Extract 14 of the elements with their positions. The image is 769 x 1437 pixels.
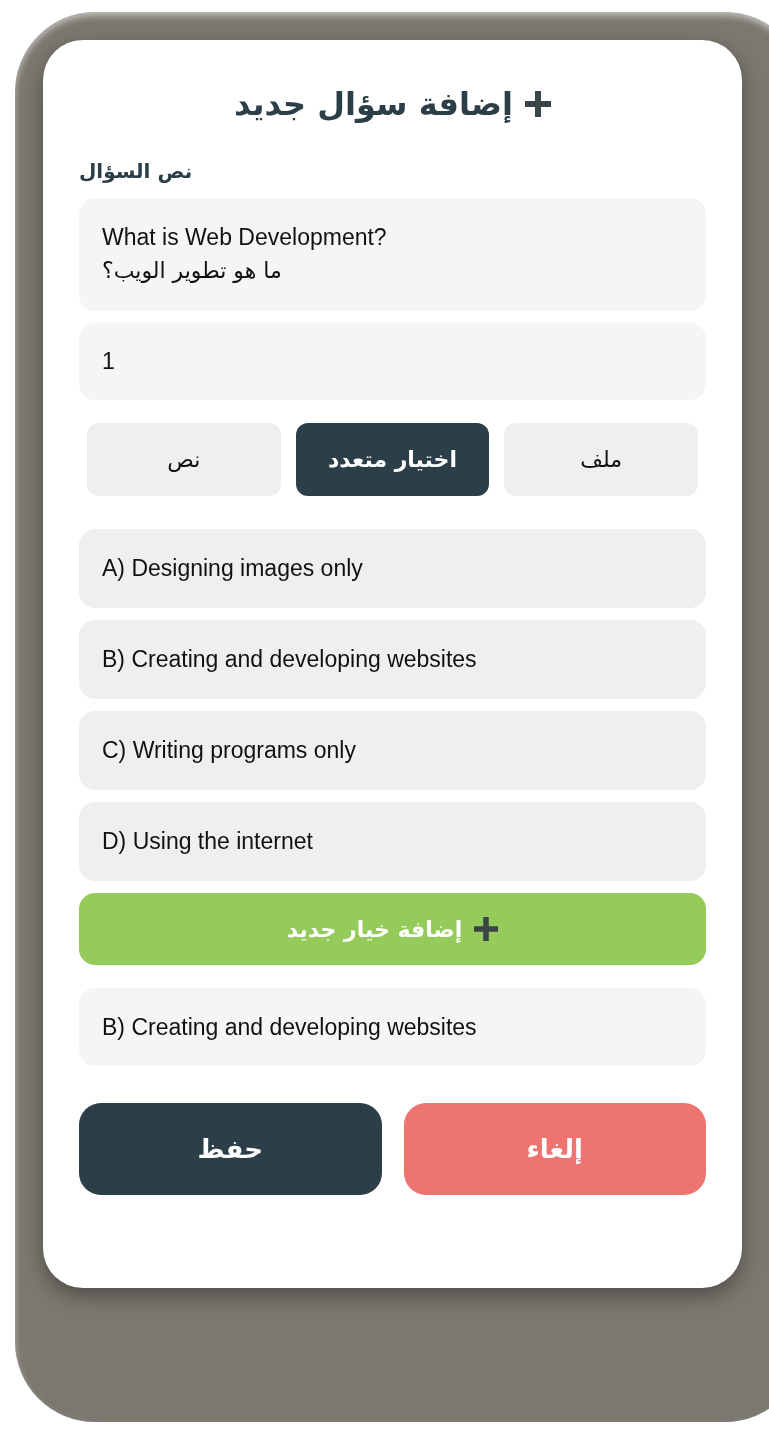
answer-type-tab[interactable]: ملف [504, 423, 698, 496]
option-field[interactable]: C) Writing programs only [79, 711, 706, 790]
plus-icon [474, 917, 499, 941]
plus-icon [524, 91, 551, 117]
option-field[interactable]: B) Creating and developing websites [79, 620, 706, 699]
answer-type-tab[interactable]: نص [87, 423, 281, 496]
field-label: نص السؤال [79, 158, 193, 185]
points-field[interactable]: 1 [79, 323, 706, 400]
option-field[interactable]: D) Using the internet [79, 802, 706, 881]
save-button[interactable]: حفظ [79, 1103, 382, 1195]
correct-answer-field[interactable]: B) Creating and developing websites [79, 988, 706, 1066]
dialog-title: إضافة سؤال جديد [234, 84, 513, 125]
option-field[interactable]: A) Designing images only [79, 529, 706, 608]
answer-type-tab[interactable]: اختيار متعدد [295, 423, 490, 496]
